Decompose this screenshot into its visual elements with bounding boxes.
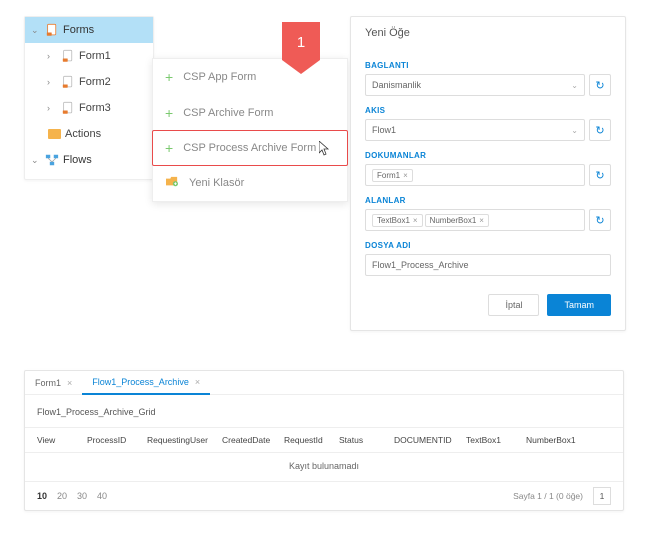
tree-node-flows[interactable]: ⌄ Flows [25, 147, 153, 173]
form-icon [61, 101, 75, 115]
plus-icon: + [165, 140, 173, 156]
tree-label: Form2 [79, 76, 111, 88]
tree-label: Actions [65, 128, 101, 140]
close-icon[interactable]: × [195, 377, 200, 387]
form-icon [61, 49, 75, 63]
menu-label: CSP App Form [183, 71, 256, 83]
chevron-right-icon: › [47, 103, 57, 113]
context-menu: + CSP App Form + CSP Archive Form + CSP … [152, 58, 348, 202]
tree-label: Flows [63, 154, 92, 166]
step-badge-1: 1 [282, 22, 320, 74]
tag[interactable]: TextBox1× [372, 214, 423, 227]
col-processid[interactable]: ProcessID [87, 435, 147, 445]
close-icon[interactable]: × [479, 216, 484, 225]
page-size-30[interactable]: 30 [77, 491, 87, 501]
page-size-40[interactable]: 40 [97, 491, 107, 501]
baglanti-select[interactable]: Danismanlik ⌄ [365, 74, 585, 96]
tree-label: Form3 [79, 102, 111, 114]
field-label-alanlar: ALANLAR [365, 196, 611, 205]
dialog-title: Yeni Öğe [351, 17, 625, 55]
refresh-button[interactable]: ↻ [589, 164, 611, 186]
dosya-adi-input[interactable]: Flow1_Process_Archive [365, 254, 611, 276]
tree-node-forms[interactable]: ⌄ Forms [25, 17, 153, 43]
field-label-baglanti: BAGLANTI [365, 61, 611, 70]
chevron-down-icon: ⌄ [571, 81, 578, 90]
col-view[interactable]: View [37, 435, 87, 445]
grid-empty-message: Kayıt bulunamadı [25, 453, 623, 482]
grid-title: Flow1_Process_Archive_Grid [25, 395, 623, 427]
form-icon [61, 75, 75, 89]
menu-item-csp-process-archive-form[interactable]: + CSP Process Archive Form [152, 130, 348, 166]
menu-item-csp-archive-form[interactable]: + CSP Archive Form [153, 95, 347, 131]
menu-label: Yeni Klasör [189, 177, 244, 189]
akis-select[interactable]: Flow1 ⌄ [365, 119, 585, 141]
alanlar-tagbox[interactable]: TextBox1× NumberBox1× [365, 209, 585, 231]
tree-label: Forms [63, 24, 94, 36]
dokumanlar-tagbox[interactable]: Form1× [365, 164, 585, 186]
page-size-10[interactable]: 10 [37, 491, 47, 501]
page-info: Sayfa 1 / 1 (0 öğe) [513, 491, 583, 501]
grid-header: View ProcessID RequestingUser CreatedDat… [25, 427, 623, 453]
tree-node-form3[interactable]: › Form3 [25, 95, 153, 121]
tree-node-actions[interactable]: Actions [25, 121, 153, 147]
tree-view: ⌄ Forms › Form1 › Form2 › Form3 Actions … [24, 16, 154, 180]
field-label-akis: AKIS [365, 106, 611, 115]
flows-icon [45, 153, 59, 167]
folder-icon [47, 127, 61, 141]
tab-flow1-process-archive[interactable]: Flow1_Process_Archive × [82, 371, 210, 395]
field-label-dokumanlar: DOKUMANLAR [365, 151, 611, 160]
cursor-icon [319, 141, 331, 160]
tree-label: Form1 [79, 50, 111, 62]
close-icon[interactable]: × [67, 378, 72, 388]
tag[interactable]: NumberBox1× [425, 214, 489, 227]
chevron-right-icon: › [47, 77, 57, 87]
chevron-right-icon: › [47, 51, 57, 61]
pager: Sayfa 1 / 1 (0 öğe) 1 [513, 487, 611, 505]
page-size-20[interactable]: 20 [57, 491, 67, 501]
chevron-down-icon: ⌄ [571, 126, 578, 135]
refresh-button[interactable]: ↻ [589, 74, 611, 96]
page-button-1[interactable]: 1 [593, 487, 611, 505]
new-item-dialog: Yeni Öğe BAGLANTI Danismanlik ⌄ ↻ AKIS F… [350, 16, 626, 331]
page-size-selector: 10 20 30 40 [37, 491, 107, 501]
grid-panel: Form1 × Flow1_Process_Archive × Flow1_Pr… [24, 370, 624, 511]
menu-label: CSP Archive Form [183, 107, 273, 119]
col-createddate[interactable]: CreatedDate [222, 435, 284, 445]
tag[interactable]: Form1× [372, 169, 413, 182]
plus-icon: + [165, 69, 173, 85]
menu-item-new-folder[interactable]: Yeni Klasör [153, 165, 347, 201]
tab-bar: Form1 × Flow1_Process_Archive × [25, 371, 623, 395]
close-icon[interactable]: × [413, 216, 418, 225]
plus-icon: + [165, 105, 173, 121]
chevron-down-icon: ⌄ [31, 25, 41, 36]
ok-button[interactable]: Tamam [547, 294, 611, 316]
forms-icon [45, 23, 59, 37]
col-requestinguser[interactable]: RequestingUser [147, 435, 222, 445]
field-label-dosya: DOSYA ADI [365, 241, 611, 250]
new-folder-icon [165, 176, 179, 191]
cancel-button[interactable]: İptal [488, 294, 539, 316]
tab-form1[interactable]: Form1 × [25, 371, 82, 394]
close-icon[interactable]: × [403, 171, 408, 180]
tree-node-form1[interactable]: › Form1 [25, 43, 153, 69]
refresh-button[interactable]: ↻ [589, 119, 611, 141]
tree-node-form2[interactable]: › Form2 [25, 69, 153, 95]
col-numberbox1[interactable]: NumberBox1 [526, 435, 596, 445]
menu-label: CSP Process Archive Form [183, 142, 316, 154]
refresh-button[interactable]: ↻ [589, 209, 611, 231]
col-requestid[interactable]: RequestId [284, 435, 339, 445]
chevron-down-icon: ⌄ [31, 155, 41, 166]
col-status[interactable]: Status [339, 435, 394, 445]
col-documentid[interactable]: DOCUMENTID [394, 435, 466, 445]
col-textbox1[interactable]: TextBox1 [466, 435, 526, 445]
